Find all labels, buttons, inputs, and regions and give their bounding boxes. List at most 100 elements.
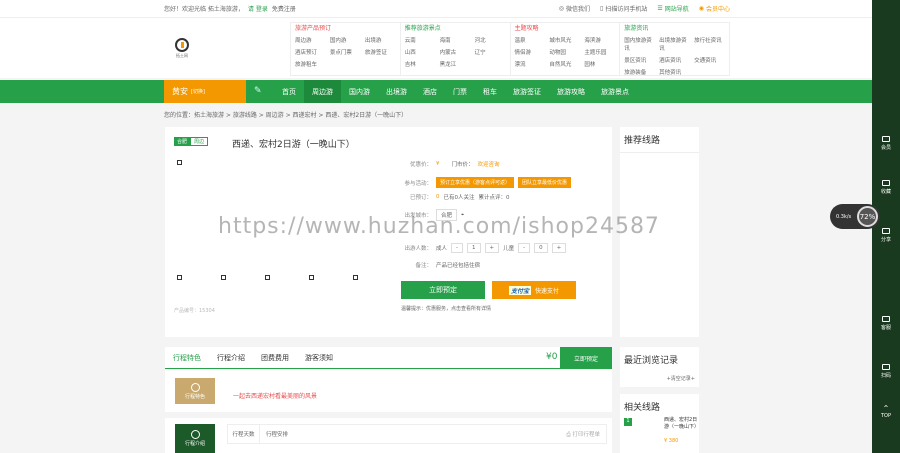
menu-item[interactable]: 交通资讯 — [694, 56, 725, 64]
menu-item[interactable]: 旅行社资讯 — [694, 36, 725, 52]
menu-item[interactable]: 国内游 — [330, 36, 361, 44]
nav-item-hotel[interactable]: 酒店 — [415, 80, 445, 103]
nav-item-outbound[interactable]: 出境游 — [378, 80, 415, 103]
col-days: 行程天数 — [228, 425, 260, 443]
child-count[interactable]: 0 — [534, 243, 548, 253]
toolbar-member[interactable]: 会员 — [872, 136, 900, 151]
register-link[interactable]: 免费注册 — [272, 4, 296, 13]
site-logo[interactable]: 拓土网 — [170, 38, 194, 68]
clear-history-link[interactable]: +清空记录+ — [667, 375, 695, 382]
toolbar-top[interactable]: ⌃ TOP — [872, 404, 900, 419]
menu-item[interactable]: 出境旅游资讯 — [659, 36, 690, 52]
mega-menu: 旅游产品预订 周边游 国内游 出境游 酒店预订 景点门票 旅游签证 旅游租车 推… — [290, 22, 730, 76]
menu-item[interactable]: 吉林 — [405, 60, 436, 68]
edit-icon[interactable]: ✎ — [254, 86, 262, 96]
print-button[interactable]: ⎙ 打印行程单 — [566, 430, 606, 439]
menu-item[interactable]: 漂流 — [515, 60, 546, 68]
nav-item-nearby[interactable]: 周边游 — [304, 80, 341, 103]
toolbar-share[interactable]: 分享 — [872, 228, 900, 243]
city-switcher[interactable]: 黄安 [切换] — [164, 80, 246, 103]
login-link[interactable]: 请 登录 — [248, 4, 268, 13]
toolbar-qrcode[interactable]: 扫码 — [872, 364, 900, 379]
promo-badge[interactable]: 预订立享优惠（游客点评可返） — [436, 177, 515, 188]
nav-item-visa[interactable]: 旅游签证 — [505, 80, 549, 103]
menu-item[interactable]: 旅游租车 — [295, 60, 326, 68]
menu-item[interactable]: 景区资讯 — [624, 56, 655, 64]
related-item[interactable]: 西递、宏村2日游（一晚山下） — [664, 417, 699, 431]
mobile-link[interactable]: ▯ 扫描访问手机站 — [600, 4, 647, 13]
menu-news: 旅游资讯 国内旅游资讯 出境旅游资讯 旅行社资讯 景区资讯 酒店资讯 交通资讯 … — [620, 23, 729, 76]
menu-item[interactable]: 海南 — [440, 36, 471, 44]
tab-intro[interactable]: 行程介绍 — [209, 353, 253, 363]
thumb-icon[interactable] — [353, 275, 358, 280]
book-now-button[interactable]: 立即预定 — [401, 281, 485, 299]
toolbar-service[interactable]: 客服 — [872, 316, 900, 331]
adult-count[interactable]: 1 — [467, 243, 481, 253]
nav-item-tickets[interactable]: 门票 — [445, 80, 475, 103]
menu-item[interactable]: 温泉 — [515, 36, 546, 44]
related-title: 相关线路 — [624, 403, 661, 413]
thumb-icon[interactable] — [177, 275, 182, 280]
site-nav-link[interactable]: ☰ 网站导航 — [657, 4, 688, 13]
nav-item-car[interactable]: 租车 — [475, 80, 505, 103]
menu-title: 旅游产品预订 — [295, 25, 332, 32]
thumb-icon[interactable] — [221, 275, 226, 280]
recent-panel: 最近浏览记录 +清空记录+ — [620, 347, 699, 387]
menu-item[interactable]: 城市风光 — [549, 36, 580, 44]
menu-item[interactable]: 辽宁 — [475, 48, 506, 56]
menu-item[interactable]: 海滨游 — [584, 36, 615, 44]
child-minus[interactable]: - — [518, 243, 531, 253]
promo-badge[interactable]: 团队立享最低价优惠 — [518, 177, 572, 188]
door-price: 欢迎咨询 — [477, 162, 500, 168]
product-tags: 合肥 周边 — [174, 137, 209, 146]
thumb-icon[interactable] — [309, 275, 314, 280]
weibo-link[interactable]: ◎ 微信我们 — [559, 4, 590, 13]
nav-item-spots[interactable]: 旅游景点 — [593, 80, 637, 103]
menu-item[interactable]: 河北 — [475, 36, 506, 44]
speed-widget[interactable]: 0.3k/s 72% — [830, 204, 880, 229]
tag-type: 周边 — [190, 137, 209, 146]
nav-item-guides[interactable]: 旅游攻略 — [549, 80, 593, 103]
star-icon — [882, 180, 890, 186]
menu-item[interactable]: 出境游 — [365, 36, 396, 44]
child-plus[interactable]: + — [551, 243, 567, 253]
menu-item[interactable]: 酒店资讯 — [659, 56, 690, 64]
menu-item[interactable]: 主题乐园 — [584, 48, 615, 56]
adult-minus[interactable]: - — [451, 243, 464, 253]
toolbar-favorite[interactable]: 收藏 — [872, 180, 900, 195]
menu-title: 推荐旅游景点 — [404, 25, 441, 32]
menu-item[interactable]: 景点门票 — [330, 48, 361, 56]
menu-item[interactable]: 内蒙古 — [440, 48, 471, 56]
menu-item[interactable]: 酒店预订 — [295, 48, 326, 56]
user-icon — [882, 136, 890, 142]
service-note: 温馨提示：优惠服务，点击查看所有详情 — [401, 306, 492, 312]
thumb-icon[interactable] — [265, 275, 270, 280]
menu-item[interactable]: 自然风光 — [549, 60, 580, 68]
tab-feature[interactable]: 行程特色 — [165, 353, 209, 363]
menu-item[interactable]: 园林 — [584, 60, 615, 68]
menu-item[interactable]: 云南 — [405, 36, 436, 44]
menu-item[interactable]: 周边游 — [295, 36, 326, 44]
adult-plus[interactable]: + — [484, 243, 500, 253]
menu-item[interactable]: 其他资讯 — [659, 68, 690, 76]
col-plan: 行程安排 — [266, 432, 289, 438]
menu-item[interactable]: 情侣游 — [515, 48, 546, 56]
watermark: https://www.huzhan.com/ishop24587 — [218, 214, 660, 239]
menu-item[interactable]: 旅游装备 — [624, 68, 655, 76]
quick-pay-button[interactable]: 支付宝 快速支付 — [492, 281, 576, 299]
nav-item-home[interactable]: 首页 — [274, 80, 304, 103]
menu-item[interactable]: 旅游签证 — [365, 48, 396, 56]
tab-fee[interactable]: 团费费用 — [253, 353, 297, 363]
member-center-link[interactable]: ◉ 会员中心 — [699, 4, 730, 13]
menu-item[interactable]: 动物园 — [549, 48, 580, 56]
related-price: ¥ 380 — [664, 438, 679, 444]
menu-item[interactable]: 黑龙江 — [440, 60, 471, 68]
related-panel: 相关线路 1 西递、宏村2日游（一晚山下） ¥ 380 — [620, 394, 699, 453]
welcome-text: 您好！欢迎光临 拓土海旅游， — [164, 6, 244, 13]
nav-item-domestic[interactable]: 国内游 — [341, 80, 378, 103]
tab-book-button[interactable]: 立即预定 — [560, 347, 612, 369]
menu-item[interactable]: 山西 — [405, 48, 436, 56]
menu-item[interactable]: 国内旅游资讯 — [624, 36, 655, 52]
tab-notice[interactable]: 游客须知 — [297, 353, 341, 363]
qrcode-icon — [882, 364, 890, 370]
